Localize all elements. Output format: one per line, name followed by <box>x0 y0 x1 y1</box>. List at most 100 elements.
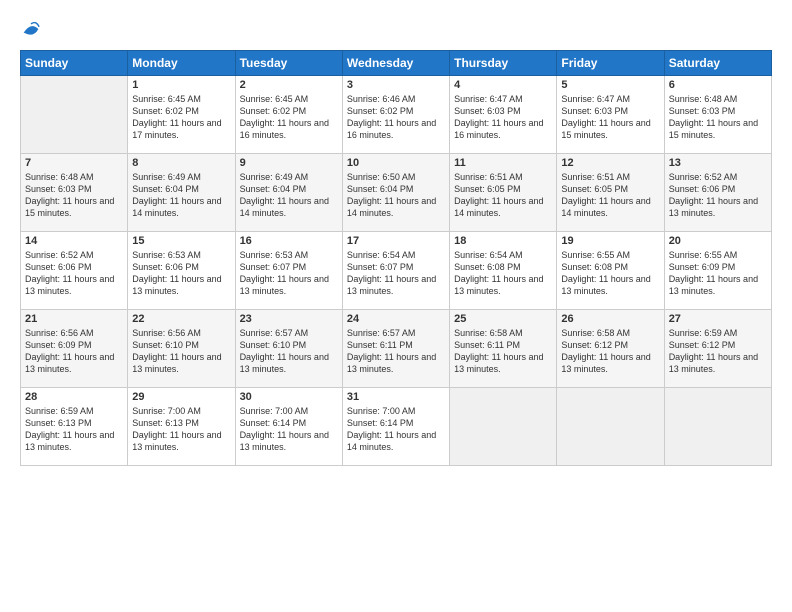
calendar-cell: 26 Sunrise: 6:58 AM Sunset: 6:12 PM Dayli… <box>557 310 664 388</box>
cell-info: Sunrise: 6:50 AM Sunset: 6:04 PM Dayligh… <box>347 171 445 220</box>
header <box>20 18 772 40</box>
day-number: 17 <box>347 235 445 247</box>
day-number: 7 <box>25 157 123 169</box>
day-number: 23 <box>240 313 338 325</box>
cell-info: Sunrise: 6:51 AM Sunset: 6:05 PM Dayligh… <box>454 171 552 220</box>
cell-info: Sunrise: 6:52 AM Sunset: 6:06 PM Dayligh… <box>669 171 767 220</box>
day-number: 26 <box>561 313 659 325</box>
cell-info: Sunrise: 6:49 AM Sunset: 6:04 PM Dayligh… <box>240 171 338 220</box>
calendar-table: SundayMondayTuesdayWednesdayThursdayFrid… <box>20 50 772 466</box>
calendar-header-row: SundayMondayTuesdayWednesdayThursdayFrid… <box>21 51 772 76</box>
cell-info: Sunrise: 6:48 AM Sunset: 6:03 PM Dayligh… <box>25 171 123 220</box>
calendar-cell: 20 Sunrise: 6:55 AM Sunset: 6:09 PM Dayli… <box>664 232 771 310</box>
page: SundayMondayTuesdayWednesdayThursdayFrid… <box>0 0 792 612</box>
day-number: 18 <box>454 235 552 247</box>
cell-info: Sunrise: 6:52 AM Sunset: 6:06 PM Dayligh… <box>25 249 123 298</box>
day-number: 2 <box>240 79 338 91</box>
calendar-cell: 9 Sunrise: 6:49 AM Sunset: 6:04 PM Daylig… <box>235 154 342 232</box>
calendar-week-row: 14 Sunrise: 6:52 AM Sunset: 6:06 PM Dayli… <box>21 232 772 310</box>
day-number: 14 <box>25 235 123 247</box>
calendar-week-row: 21 Sunrise: 6:56 AM Sunset: 6:09 PM Dayli… <box>21 310 772 388</box>
cell-info: Sunrise: 6:45 AM Sunset: 6:02 PM Dayligh… <box>132 93 230 142</box>
calendar-cell: 29 Sunrise: 7:00 AM Sunset: 6:13 PM Dayli… <box>128 388 235 466</box>
day-number: 27 <box>669 313 767 325</box>
calendar-cell <box>450 388 557 466</box>
weekday-header: Wednesday <box>342 51 449 76</box>
cell-info: Sunrise: 6:55 AM Sunset: 6:08 PM Dayligh… <box>561 249 659 298</box>
day-number: 1 <box>132 79 230 91</box>
day-number: 24 <box>347 313 445 325</box>
calendar-cell <box>557 388 664 466</box>
logo-icon <box>20 18 42 40</box>
cell-info: Sunrise: 7:00 AM Sunset: 6:14 PM Dayligh… <box>240 405 338 454</box>
cell-info: Sunrise: 6:54 AM Sunset: 6:07 PM Dayligh… <box>347 249 445 298</box>
cell-info: Sunrise: 6:56 AM Sunset: 6:09 PM Dayligh… <box>25 327 123 376</box>
day-number: 15 <box>132 235 230 247</box>
day-number: 31 <box>347 391 445 403</box>
day-number: 20 <box>669 235 767 247</box>
day-number: 30 <box>240 391 338 403</box>
cell-info: Sunrise: 6:45 AM Sunset: 6:02 PM Dayligh… <box>240 93 338 142</box>
cell-info: Sunrise: 6:47 AM Sunset: 6:03 PM Dayligh… <box>454 93 552 142</box>
calendar-cell: 18 Sunrise: 6:54 AM Sunset: 6:08 PM Dayli… <box>450 232 557 310</box>
calendar-cell: 27 Sunrise: 6:59 AM Sunset: 6:12 PM Dayli… <box>664 310 771 388</box>
weekday-header: Sunday <box>21 51 128 76</box>
calendar-cell: 4Sunrise: 6:47 AM Sunset: 6:03 PM Daylig… <box>450 76 557 154</box>
day-number: 16 <box>240 235 338 247</box>
day-number: 8 <box>132 157 230 169</box>
day-number: 3 <box>347 79 445 91</box>
cell-info: Sunrise: 6:48 AM Sunset: 6:03 PM Dayligh… <box>669 93 767 142</box>
day-number: 21 <box>25 313 123 325</box>
calendar-cell: 14 Sunrise: 6:52 AM Sunset: 6:06 PM Dayli… <box>21 232 128 310</box>
cell-info: Sunrise: 6:53 AM Sunset: 6:06 PM Dayligh… <box>132 249 230 298</box>
calendar-cell: 12 Sunrise: 6:51 AM Sunset: 6:05 PM Dayli… <box>557 154 664 232</box>
calendar-cell: 5 Sunrise: 6:47 AM Sunset: 6:03 PM Daylig… <box>557 76 664 154</box>
cell-info: Sunrise: 6:47 AM Sunset: 6:03 PM Dayligh… <box>561 93 659 142</box>
calendar-cell <box>21 76 128 154</box>
cell-info: Sunrise: 6:54 AM Sunset: 6:08 PM Dayligh… <box>454 249 552 298</box>
cell-info: Sunrise: 6:59 AM Sunset: 6:13 PM Dayligh… <box>25 405 123 454</box>
day-number: 12 <box>561 157 659 169</box>
cell-info: Sunrise: 6:58 AM Sunset: 6:12 PM Dayligh… <box>561 327 659 376</box>
calendar-cell: 13 Sunrise: 6:52 AM Sunset: 6:06 PM Dayli… <box>664 154 771 232</box>
cell-info: Sunrise: 6:51 AM Sunset: 6:05 PM Dayligh… <box>561 171 659 220</box>
calendar-cell: 3Sunrise: 6:46 AM Sunset: 6:02 PM Daylig… <box>342 76 449 154</box>
cell-info: Sunrise: 6:55 AM Sunset: 6:09 PM Dayligh… <box>669 249 767 298</box>
logo <box>20 18 46 40</box>
calendar-cell: 7 Sunrise: 6:48 AM Sunset: 6:03 PM Daylig… <box>21 154 128 232</box>
calendar-cell: 21 Sunrise: 6:56 AM Sunset: 6:09 PM Dayli… <box>21 310 128 388</box>
cell-info: Sunrise: 7:00 AM Sunset: 6:13 PM Dayligh… <box>132 405 230 454</box>
calendar-cell: 22Sunrise: 6:56 AM Sunset: 6:10 PM Dayli… <box>128 310 235 388</box>
day-number: 5 <box>561 79 659 91</box>
day-number: 25 <box>454 313 552 325</box>
day-number: 10 <box>347 157 445 169</box>
calendar-cell: 19Sunrise: 6:55 AM Sunset: 6:08 PM Dayli… <box>557 232 664 310</box>
cell-info: Sunrise: 6:59 AM Sunset: 6:12 PM Dayligh… <box>669 327 767 376</box>
cell-info: Sunrise: 6:56 AM Sunset: 6:10 PM Dayligh… <box>132 327 230 376</box>
calendar-week-row: 1 Sunrise: 6:45 AM Sunset: 6:02 PM Daylig… <box>21 76 772 154</box>
calendar-cell: 30 Sunrise: 7:00 AM Sunset: 6:14 PM Dayli… <box>235 388 342 466</box>
weekday-header: Saturday <box>664 51 771 76</box>
calendar-cell: 24 Sunrise: 6:57 AM Sunset: 6:11 PM Dayli… <box>342 310 449 388</box>
calendar-cell: 31Sunrise: 7:00 AM Sunset: 6:14 PM Dayli… <box>342 388 449 466</box>
day-number: 29 <box>132 391 230 403</box>
calendar-cell: 2 Sunrise: 6:45 AM Sunset: 6:02 PM Daylig… <box>235 76 342 154</box>
cell-info: Sunrise: 6:57 AM Sunset: 6:11 PM Dayligh… <box>347 327 445 376</box>
calendar-cell: 16 Sunrise: 6:53 AM Sunset: 6:07 PM Dayli… <box>235 232 342 310</box>
calendar-cell <box>664 388 771 466</box>
calendar-cell: 15 Sunrise: 6:53 AM Sunset: 6:06 PM Dayli… <box>128 232 235 310</box>
weekday-header: Tuesday <box>235 51 342 76</box>
calendar-cell: 10 Sunrise: 6:50 AM Sunset: 6:04 PM Dayli… <box>342 154 449 232</box>
weekday-header: Monday <box>128 51 235 76</box>
cell-info: Sunrise: 6:53 AM Sunset: 6:07 PM Dayligh… <box>240 249 338 298</box>
calendar-cell: 8Sunrise: 6:49 AM Sunset: 6:04 PM Daylig… <box>128 154 235 232</box>
day-number: 11 <box>454 157 552 169</box>
weekday-header: Friday <box>557 51 664 76</box>
day-number: 13 <box>669 157 767 169</box>
calendar-cell: 11 Sunrise: 6:51 AM Sunset: 6:05 PM Dayli… <box>450 154 557 232</box>
cell-info: Sunrise: 6:57 AM Sunset: 6:10 PM Dayligh… <box>240 327 338 376</box>
cell-info: Sunrise: 6:58 AM Sunset: 6:11 PM Dayligh… <box>454 327 552 376</box>
weekday-header: Thursday <box>450 51 557 76</box>
calendar-cell: 23 Sunrise: 6:57 AM Sunset: 6:10 PM Dayli… <box>235 310 342 388</box>
day-number: 9 <box>240 157 338 169</box>
